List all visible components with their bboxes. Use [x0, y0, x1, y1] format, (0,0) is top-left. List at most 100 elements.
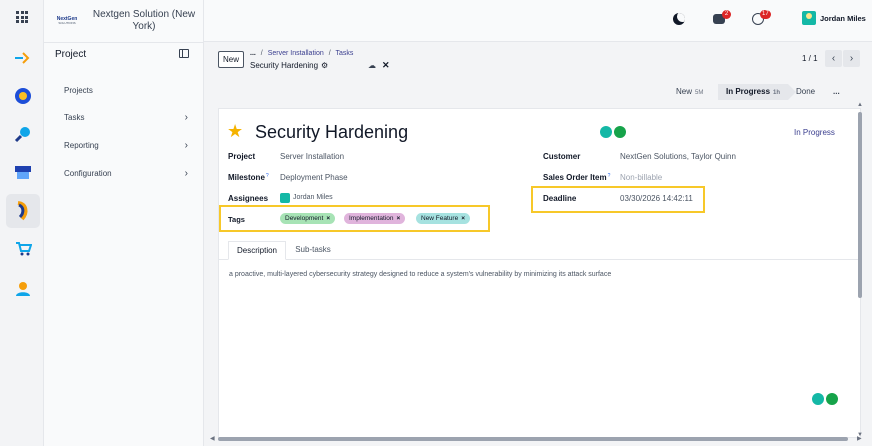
company-brand[interactable]: NextGen SOLUTIONS Nextgen Solution (New … — [54, 8, 198, 34]
milestone-label: Milestone? — [228, 173, 269, 182]
deadline-label: Deadline — [543, 194, 577, 203]
chevron-right-icon: › — [184, 140, 188, 151]
apps-grid-icon[interactable] — [16, 11, 28, 23]
vertical-scrollbar[interactable]: ▲ ▼ — [857, 102, 863, 442]
pager-value[interactable]: 1 / 1 — [802, 54, 818, 63]
pager-next-button[interactable]: › — [843, 50, 860, 67]
avatar[interactable] — [802, 11, 816, 25]
gear-icon[interactable]: ⚙ — [321, 61, 328, 70]
toggle-sidebar-icon[interactable] — [179, 49, 189, 58]
assignee-field[interactable]: Jordan Miles — [293, 194, 333, 201]
form-view: New 5M In Progress 1h Done ... ★ Security … — [210, 78, 864, 442]
messages-badge: 2 — [722, 10, 731, 19]
cloud-upload-icon[interactable]: ☁ — [368, 61, 376, 70]
task-title[interactable]: Security Hardening — [255, 122, 408, 143]
activities-badge: 17 — [760, 10, 771, 19]
milestone-label-text: Milestone — [228, 173, 265, 182]
stage-meta: 1h — [773, 90, 781, 96]
sidebar-item-label: Projects — [64, 86, 93, 95]
tag-label: Development — [285, 215, 324, 222]
grammarly-icon[interactable] — [614, 126, 626, 138]
stage-label: In Progress — [794, 128, 835, 137]
pager-previous-button[interactable]: ‹ — [825, 50, 842, 67]
tab-sub-tasks[interactable]: Sub-tasks — [288, 241, 338, 260]
grammarly-icon[interactable] — [826, 393, 838, 405]
stage-new[interactable]: New 5M — [676, 84, 703, 100]
form-sheet: ★ Security Hardening In Progress Project… — [218, 108, 861, 438]
tab-description[interactable]: Description — [228, 241, 286, 260]
description-text[interactable]: a proactive, multi-layered cybersecurity… — [229, 271, 611, 278]
stage-label: New — [676, 87, 693, 96]
sidebar-item-label: Reporting — [64, 141, 99, 150]
stage-in-progress[interactable]: In Progress 1h — [718, 84, 797, 100]
stage-more[interactable]: ... — [833, 84, 840, 100]
app-icon-discuss[interactable] — [12, 47, 34, 69]
project-field[interactable]: Server Installation — [280, 152, 344, 161]
tag-new-feature[interactable]: New Feature × — [416, 213, 471, 224]
app-icon-contacts[interactable] — [12, 278, 34, 300]
tag-label: New Feature — [421, 215, 459, 222]
company-name: Nextgen Solution (New York) — [92, 9, 196, 32]
remove-tag-icon[interactable]: × — [326, 215, 330, 222]
sidebar-item-reporting[interactable]: Reporting › — [64, 140, 188, 151]
tags-label: Tags — [228, 215, 245, 224]
star-icon[interactable]: ★ — [227, 122, 243, 140]
breadcrumb-server-installation[interactable]: Server Installation — [268, 50, 324, 57]
editor-icons — [812, 393, 838, 405]
sidebar-item-label: Configuration — [64, 169, 112, 178]
tag-label: Implementation — [349, 215, 394, 222]
app-icon-store[interactable] — [12, 161, 34, 183]
app-icon-accounting[interactable] — [12, 85, 34, 107]
help-icon[interactable]: ? — [608, 173, 611, 179]
scrollbar-thumb[interactable] — [218, 437, 848, 441]
scroll-right-icon[interactable]: ▶ — [857, 435, 862, 442]
chatter-icons — [600, 126, 626, 138]
app-icon-project[interactable] — [6, 194, 40, 228]
stage-label: Done — [796, 87, 816, 96]
remove-tag-icon[interactable]: × — [461, 215, 465, 222]
stage-label: In Progress — [726, 87, 771, 96]
more-actions-icon[interactable]: ... — [250, 50, 256, 57]
breadcrumb-sep: / — [260, 50, 263, 57]
breadcrumb-tasks[interactable]: Tasks — [335, 50, 353, 57]
avatar — [280, 193, 290, 203]
pin-icon[interactable] — [600, 126, 612, 138]
sidebar-item-tasks[interactable]: Tasks › — [64, 112, 188, 123]
app-rail — [0, 0, 44, 446]
sales-order-label-text: Sales Order Item — [543, 173, 607, 182]
help-icon[interactable]: ? — [266, 173, 269, 179]
tag-implementation[interactable]: Implementation × — [344, 213, 406, 224]
sales-order-field[interactable]: Non-billable — [620, 173, 662, 182]
scroll-left-icon[interactable]: ◀ — [210, 435, 215, 442]
user-name[interactable]: Jordan Miles — [820, 14, 866, 23]
deadline-field[interactable]: 03/30/2026 14:42:11 — [620, 194, 693, 203]
sidebar-item-label: Tasks — [64, 113, 85, 122]
close-icon[interactable]: ✕ — [382, 60, 390, 71]
app-icon-sales[interactable] — [12, 237, 34, 259]
new-button[interactable]: New — [218, 51, 244, 68]
control-panel: New ... / Server Installation / Tasks Se… — [210, 44, 864, 78]
scroll-up-icon[interactable]: ▲ — [857, 102, 863, 108]
assignees-label: Assignees — [228, 194, 269, 203]
horizontal-scrollbar[interactable]: ◀ ▶ — [210, 436, 864, 443]
customer-field[interactable]: NextGen Solutions, Taylor Quinn — [620, 152, 736, 161]
milestone-field[interactable]: Deployment Phase — [280, 173, 348, 182]
logo-subtext: SOLUTIONS — [58, 21, 76, 25]
record-name: Security Hardening — [250, 61, 319, 70]
chevron-right-icon: › — [184, 168, 188, 179]
breadcrumb: ... / Server Installation / Tasks Securi… — [250, 50, 353, 70]
moon-icon[interactable] — [673, 13, 685, 25]
scrollbar-thumb[interactable] — [858, 112, 862, 298]
pin-icon[interactable] — [812, 393, 824, 405]
sidebar-item-configuration[interactable]: Configuration › — [64, 168, 188, 179]
stage-meta: 5M — [695, 90, 704, 96]
divider — [44, 42, 204, 43]
breadcrumb-sep: / — [328, 50, 331, 57]
side-panel: NextGen SOLUTIONS Nextgen Solution (New … — [44, 0, 204, 446]
app-icon-search[interactable] — [12, 123, 34, 145]
remove-tag-icon[interactable]: × — [396, 215, 400, 222]
sidebar-item-projects[interactable]: Projects — [64, 86, 188, 95]
tag-development[interactable]: Development × — [280, 213, 336, 224]
notebook-tabs: Description Sub-tasks — [219, 236, 860, 260]
stage-done[interactable]: Done — [796, 84, 815, 100]
